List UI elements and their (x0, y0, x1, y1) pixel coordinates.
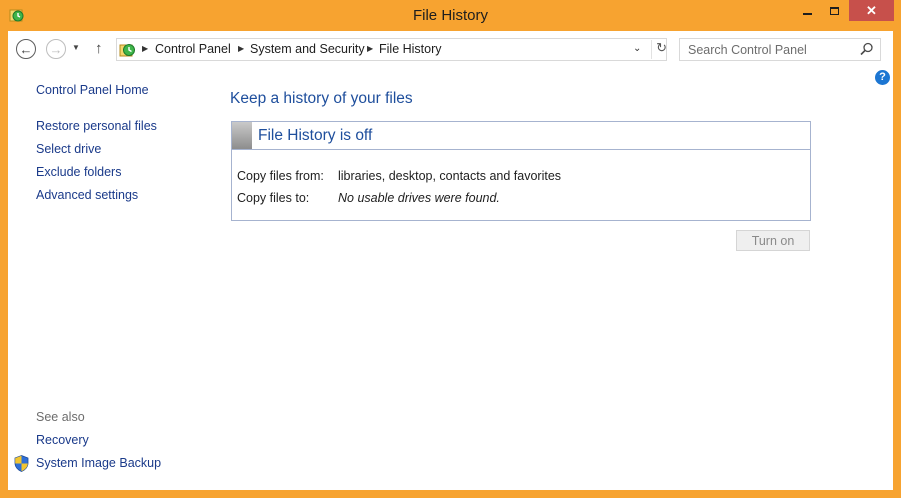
select-drive-link[interactable]: Select drive (36, 142, 101, 156)
close-button[interactable]: ✕ (849, 0, 894, 21)
minimize-icon (803, 12, 812, 15)
maximize-button[interactable] (821, 0, 847, 21)
breadcrumb-file-history[interactable]: File History (379, 42, 442, 56)
exclude-folders-link[interactable]: Exclude folders (36, 165, 121, 179)
address-bar[interactable]: ▶ Control Panel ▶ System and Security ▶ … (116, 38, 667, 61)
restore-personal-files-link[interactable]: Restore personal files (36, 119, 157, 133)
breadcrumb-control-panel[interactable]: Control Panel (155, 42, 231, 56)
breadcrumb-separator-icon: ▶ (367, 44, 374, 53)
address-dropdown-icon[interactable]: ⌄ (633, 43, 641, 54)
page-title: Keep a history of your files (230, 90, 413, 107)
breadcrumb-separator-icon: ▶ (142, 44, 149, 53)
status-text: File History is off (258, 127, 373, 144)
minimize-button[interactable] (794, 0, 821, 21)
up-arrow-icon: ↑ (95, 40, 103, 57)
client-area: ← → ▼ ↑ ▶ Control Panel ▶ System and Sec… (8, 31, 893, 490)
window-title: File History (412, 7, 488, 24)
back-button[interactable]: ← (16, 39, 36, 59)
forward-arrow-icon: → (49, 41, 63, 57)
see-also-heading: See also (36, 410, 85, 424)
file-history-location-icon (119, 44, 135, 57)
forward-button[interactable]: → (46, 39, 66, 59)
control-panel-home-link[interactable]: Control Panel Home (36, 83, 149, 97)
search-input[interactable] (680, 39, 850, 60)
status-panel: File History is off Copy files from: lib… (231, 121, 811, 221)
status-indicator (232, 122, 252, 149)
navigation-bar: ← → ▼ ↑ ▶ Control Panel ▶ System and Sec… (8, 31, 893, 67)
breadcrumb-separator-icon: ▶ (238, 44, 245, 53)
recent-locations-button[interactable]: ▼ (72, 43, 80, 52)
recovery-link[interactable]: Recovery (36, 433, 89, 447)
title-bar: File History ✕ (0, 0, 901, 31)
back-arrow-icon: ← (19, 41, 33, 57)
system-image-backup-link[interactable]: System Image Backup (36, 456, 161, 470)
advanced-settings-link[interactable]: Advanced settings (36, 188, 138, 202)
copy-from-value: libraries, desktop, contacts and favorit… (338, 169, 562, 183)
close-icon: ✕ (866, 2, 877, 18)
search-icon[interactable] (860, 42, 874, 56)
copy-to-label: Copy files to: (237, 191, 310, 205)
file-history-window: File History ✕ ← → ▼ ↑ ▶ Control Panel ▶… (0, 0, 901, 498)
refresh-button[interactable]: ↻ (651, 40, 667, 59)
help-icon[interactable]: ? (875, 70, 890, 85)
up-button[interactable]: ↑ (95, 40, 103, 57)
maximize-icon (829, 6, 839, 15)
status-header: File History is off (232, 122, 810, 150)
copy-to-value: No usable drives were found. (338, 191, 500, 205)
breadcrumb-system-and-security[interactable]: System and Security (250, 42, 365, 56)
turn-on-button[interactable]: Turn on (736, 230, 810, 251)
chevron-down-icon: ▼ (72, 43, 80, 52)
search-box (679, 38, 881, 61)
uac-shield-icon (14, 455, 29, 472)
copy-from-label: Copy files from: (237, 169, 324, 183)
